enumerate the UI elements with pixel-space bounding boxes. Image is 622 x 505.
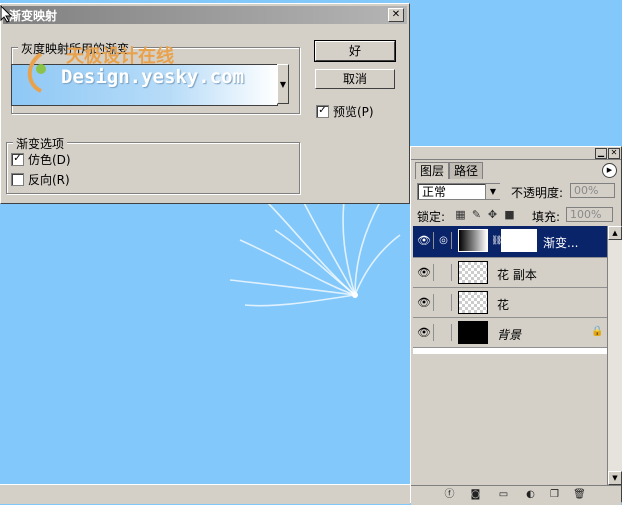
- cancel-button[interactable]: 取消: [315, 69, 395, 89]
- blend-mode-value: 正常: [422, 185, 447, 199]
- lock-all-icon[interactable]: ■: [504, 209, 515, 220]
- lock-row: 锁定: ▦ ✎ ✥ ■ 填充: 100%: [415, 207, 619, 224]
- dither-checkbox[interactable]: ✓ 仿色(D): [11, 151, 71, 168]
- dither-check-box[interactable]: ✓: [11, 153, 24, 166]
- layer-row-gradient-map[interactable]: 👁 ◎ ⛓ 渐变...: [413, 226, 607, 258]
- watermark-text-en: Design.yesky.com: [61, 66, 245, 88]
- layer-thumbnail: [458, 229, 488, 252]
- chevron-down-icon[interactable]: ▼: [277, 64, 289, 104]
- panel-titlebar[interactable]: ▁ ✕: [411, 147, 621, 160]
- link-slot[interactable]: [436, 294, 452, 311]
- opacity-label: 不透明度:: [511, 186, 564, 200]
- panel-footer: ⓕ ◙ ▭ ◐ ❐ 🗑: [411, 485, 621, 505]
- layer-list: 👁 ◎ ⛓ 渐变... 👁 花 副本 👁 花 👁 背景 🔒: [413, 226, 607, 354]
- reverse-label: 反向(R): [28, 173, 70, 187]
- blend-row: 正常 ▼ 不透明度: 00%: [417, 183, 617, 201]
- mouse-cursor-icon: [0, 5, 13, 23]
- chevron-down-icon[interactable]: ▼: [485, 184, 500, 199]
- new-group-icon[interactable]: ▭: [497, 489, 510, 501]
- ok-button[interactable]: 好: [314, 40, 396, 62]
- layer-thumbnail: [458, 321, 488, 344]
- layer-name: 渐变...: [543, 236, 579, 250]
- watermark-text-cn: 天极设计在线: [66, 46, 174, 67]
- eye-icon[interactable]: 👁: [415, 324, 434, 341]
- lock-icon: 🔒: [591, 326, 604, 337]
- scroll-up-icon[interactable]: ▲: [608, 226, 622, 240]
- layers-panel: ▁ ✕ 图层 路径 ▶ 正常 ▼ 不透明度: 00% 锁定: ▦ ✎ ✥ ■ 填…: [410, 146, 622, 505]
- layer-thumbnail: [458, 291, 488, 314]
- opacity-field[interactable]: 00%: [570, 183, 615, 198]
- lock-brush-icon[interactable]: ✎: [471, 209, 482, 220]
- link-slot[interactable]: [436, 324, 452, 341]
- trash-icon[interactable]: 🗑: [573, 489, 586, 501]
- layer-name: 花: [497, 298, 510, 312]
- gradient-map-dialog: 渐变映射 ✕ 灰度映射所用的渐变 ▼ 天极设计在线 Design.yesky.c…: [0, 3, 410, 204]
- layer-row-background[interactable]: 👁 背景 🔒: [413, 318, 607, 348]
- layer-thumbnail: [458, 261, 488, 284]
- lock-label: 锁定:: [417, 210, 446, 224]
- layer-name: 花 副本: [497, 268, 537, 282]
- layer-row-flower-copy[interactable]: 👁 花 副本: [413, 258, 607, 288]
- scroll-down-icon[interactable]: ▼: [608, 471, 622, 485]
- tab-layers[interactable]: 图层: [415, 162, 450, 179]
- minimize-icon[interactable]: ▁: [595, 148, 607, 159]
- layer-row-flower[interactable]: 👁 花: [413, 288, 607, 318]
- panel-menu-icon[interactable]: ▶: [602, 163, 617, 178]
- reverse-checkbox[interactable]: 反向(R): [11, 171, 70, 188]
- dialog-title: 渐变映射: [9, 9, 58, 23]
- dialog-titlebar[interactable]: 渐变映射 ✕: [3, 6, 407, 24]
- fill-label: 填充:: [532, 210, 561, 224]
- lock-transparent-icon[interactable]: ▦: [455, 209, 466, 220]
- status-bar: [0, 484, 410, 504]
- preview-check-box[interactable]: ✓: [316, 105, 329, 118]
- opacity-value: 00%: [574, 184, 599, 197]
- eye-icon[interactable]: 👁: [415, 294, 434, 311]
- add-mask-icon[interactable]: ◙: [469, 489, 482, 501]
- close-icon[interactable]: ✕: [388, 8, 404, 22]
- close-icon[interactable]: ✕: [608, 148, 620, 159]
- eye-icon[interactable]: 👁: [415, 264, 434, 281]
- preview-label: 预览(P): [333, 105, 374, 119]
- eye-icon[interactable]: 👁: [415, 232, 434, 249]
- layer-name: 背景: [497, 328, 522, 342]
- yesky-logo-icon: [27, 52, 46, 93]
- dither-label: 仿色(D): [28, 153, 71, 167]
- new-layer-icon[interactable]: ❐: [548, 489, 561, 501]
- new-adjustment-icon[interactable]: ◐: [524, 489, 537, 501]
- adjustment-icon: ◎: [436, 232, 452, 249]
- panel-tabs: 图层 路径: [415, 162, 484, 179]
- layer-style-icon[interactable]: ⓕ: [443, 489, 456, 501]
- preview-checkbox[interactable]: ✓ 预览(P): [316, 103, 374, 120]
- reverse-check-box[interactable]: [11, 173, 24, 186]
- lock-move-icon[interactable]: ✥: [487, 209, 498, 220]
- tab-paths[interactable]: 路径: [449, 162, 484, 179]
- link-slot[interactable]: [436, 264, 452, 281]
- fill-field[interactable]: 100%: [566, 207, 613, 222]
- fill-value: 100%: [570, 208, 602, 221]
- options-group-label: 渐变选项: [13, 135, 68, 152]
- layer-mask-thumbnail: [501, 229, 537, 252]
- flower-artwork: [229, 191, 401, 307]
- layers-scrollbar[interactable]: ▲ ▼: [607, 226, 622, 485]
